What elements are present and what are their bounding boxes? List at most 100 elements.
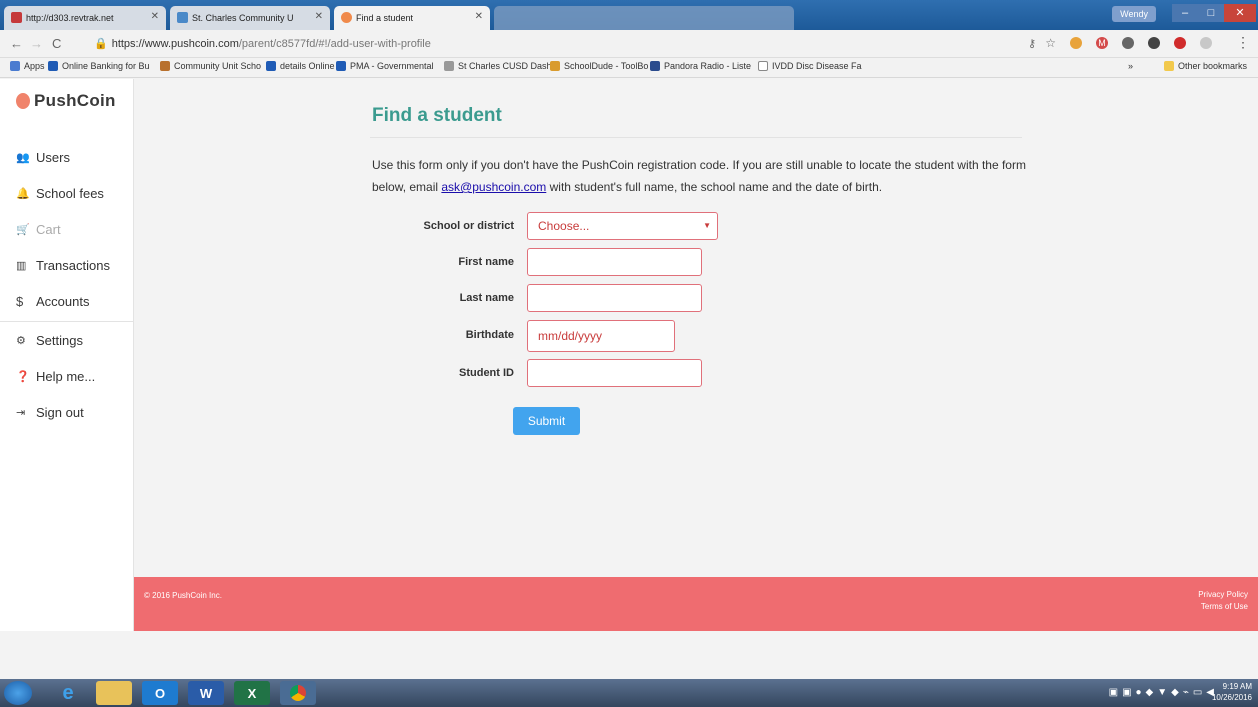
footer-links: Privacy Policy Terms of Use	[1198, 589, 1248, 613]
page-title: Find a student	[372, 105, 502, 126]
internet-explorer-icon[interactable]: e	[50, 681, 86, 705]
pushcoin-logo-icon	[16, 93, 30, 109]
bank-icon	[48, 61, 58, 71]
url-field[interactable]: 🔒 https://www.pushcoin.com/parent/c8577fd…	[94, 35, 1024, 53]
extension-icon[interactable]	[1070, 37, 1082, 49]
tab-title: Find a student	[356, 13, 414, 23]
footer: © 2016 PushCoin Inc. Privacy Policy Term…	[134, 577, 1258, 631]
tool-icon	[550, 61, 560, 71]
sidebar-item-transactions[interactable]: ▥ Transactions	[0, 247, 133, 283]
close-tab-icon[interactable]: ✕	[151, 11, 159, 22]
extension-icon[interactable]	[1200, 37, 1212, 49]
bell-icon: 🔔	[16, 187, 30, 200]
apps-icon	[10, 61, 20, 71]
bookmark-pma[interactable]: PMA - Governmental	[336, 61, 434, 71]
bookmarks-bar: Apps Online Banking for Bu Community Uni…	[0, 58, 1258, 78]
reload-icon[interactable]: C	[52, 36, 61, 51]
sidebar-item-settings[interactable]: ⚙ Settings	[0, 322, 133, 358]
copyright-text: © 2016 PushCoin Inc.	[144, 591, 222, 600]
page: PushCoin 👥 Users 🔔 School fees 🛒 Cart ▥ Tran…	[0, 79, 1258, 679]
new-tab-area[interactable]	[494, 6, 794, 30]
system-tray-icons[interactable]: ▣▣●◆▼◆⌁▭◀	[1109, 687, 1218, 698]
sidebar-item-users[interactable]: 👥 Users	[0, 139, 133, 175]
gmail-extension-icon[interactable]: M	[1096, 37, 1108, 49]
last-name-input[interactable]	[527, 284, 702, 312]
sidebar-item-sign-out[interactable]: ⇥ Sign out	[0, 394, 133, 430]
bank-icon	[266, 61, 276, 71]
profile-badge[interactable]: Wendy	[1112, 6, 1156, 22]
help-icon: ❓	[16, 370, 30, 383]
support-email-link[interactable]: ask@pushcoin.com	[441, 180, 546, 194]
bookmark-details-online[interactable]: details Online	[266, 61, 335, 71]
school-select[interactable]: Choose... ▼	[527, 212, 718, 240]
title-divider	[370, 137, 1022, 138]
outlook-icon[interactable]: O	[142, 681, 178, 705]
menu-icon[interactable]: ⋮	[1236, 34, 1250, 51]
school-row: School or district	[362, 212, 514, 242]
tab-revtrak[interactable]: http://d303.revtrak.net ✕	[4, 6, 166, 30]
submit-button[interactable]: Submit	[513, 407, 580, 435]
chrome-icon[interactable]	[280, 681, 316, 705]
start-button-icon[interactable]	[4, 681, 32, 705]
privacy-policy-link[interactable]: Privacy Policy	[1198, 589, 1248, 601]
bookmark-schooldude[interactable]: SchoolDude - ToolBo	[550, 61, 648, 71]
pandora-icon	[650, 61, 660, 71]
pushcoin-logo[interactable]: PushCoin	[16, 91, 116, 111]
sign-out-icon: ⇥	[16, 406, 26, 419]
tab-title: St. Charles Community U	[192, 13, 294, 23]
sidebar-item-school-fees[interactable]: 🔔 School fees	[0, 175, 133, 211]
bookmark-pandora[interactable]: Pandora Radio - Liste	[650, 61, 751, 71]
close-tab-icon[interactable]: ✕	[315, 11, 323, 22]
url-host: https://www.pushcoin.com	[111, 38, 239, 50]
bookmark-cusd-dash[interactable]: St Charles CUSD Dash	[444, 61, 552, 71]
sidebar-item-cart[interactable]: 🛒 Cart	[0, 211, 133, 247]
bookmark-community-unit[interactable]: Community Unit Scho	[160, 61, 261, 71]
bookmark-ivdd[interactable]: IVDD Disc Disease Fa	[758, 61, 862, 71]
maximize-icon[interactable]: □	[1198, 4, 1224, 22]
school-icon	[160, 61, 170, 71]
first-name-row: First name	[362, 248, 514, 278]
forward-icon[interactable]: →	[30, 36, 43, 51]
bookmark-online-banking[interactable]: Online Banking for Bu	[48, 61, 150, 71]
school-label: School or district	[423, 220, 514, 232]
folder-icon	[1164, 61, 1174, 71]
first-name-input[interactable]	[527, 248, 702, 276]
back-icon[interactable]: ←	[10, 36, 23, 51]
sidebar-item-accounts[interactable]: $ Accounts	[0, 283, 133, 319]
key-icon[interactable]: ⚷	[1028, 37, 1036, 50]
birthdate-input[interactable]	[527, 320, 675, 352]
address-toolbar: ← → C 🔒 https://www.pushcoin.com/parent/c…	[0, 30, 1258, 58]
extension-icon[interactable]	[1148, 37, 1160, 49]
lock-icon: 🔒	[94, 38, 108, 50]
birthdate-label: Birthdate	[465, 329, 514, 341]
close-window-icon[interactable]: ✕	[1224, 4, 1256, 22]
url-path: /parent/c8577fd/#!/add-user-with-profile	[238, 38, 431, 50]
star-icon[interactable]: ☆	[1045, 36, 1056, 50]
dollar-icon: $	[16, 293, 24, 309]
bar-chart-icon: ▥	[16, 259, 27, 272]
excel-icon[interactable]: X	[234, 681, 270, 705]
windows-taskbar: e O W X ▣▣●◆▼◆⌁▭◀ 9:19 AM 10/26/2016	[0, 679, 1258, 707]
last-name-label: Last name	[459, 292, 514, 304]
pushcoin-icon	[341, 12, 352, 23]
adblock-icon[interactable]	[1174, 37, 1186, 49]
sidebar: PushCoin 👥 Users 🔔 School fees 🛒 Cart ▥ Tran…	[0, 79, 134, 631]
tab-find-a-student[interactable]: Find a student ✕	[334, 6, 490, 30]
terms-of-use-link[interactable]: Terms of Use	[1198, 601, 1248, 613]
sidebar-item-help[interactable]: ❓ Help me...	[0, 358, 133, 394]
tab-st-charles[interactable]: St. Charles Community U ✕	[170, 6, 330, 30]
other-bookmarks-folder[interactable]: Other bookmarks	[1164, 61, 1247, 71]
gmail-icon	[11, 12, 22, 23]
minimize-icon[interactable]: –	[1172, 4, 1198, 22]
student-id-input[interactable]	[527, 359, 702, 387]
close-tab-icon[interactable]: ✕	[475, 11, 483, 22]
intro-text: Use this form only if you don't have the…	[372, 158, 1026, 194]
clock[interactable]: 9:19 AM 10/26/2016	[1212, 681, 1252, 703]
recycle-extension-icon[interactable]	[1122, 37, 1134, 49]
more-bookmarks-button[interactable]: »	[1128, 61, 1133, 71]
chevron-down-icon: ▼	[703, 221, 711, 230]
word-icon[interactable]: W	[188, 681, 224, 705]
bookmark-apps[interactable]: Apps	[10, 61, 45, 71]
file-explorer-icon[interactable]	[96, 681, 132, 705]
student-id-label: Student ID	[459, 367, 514, 379]
